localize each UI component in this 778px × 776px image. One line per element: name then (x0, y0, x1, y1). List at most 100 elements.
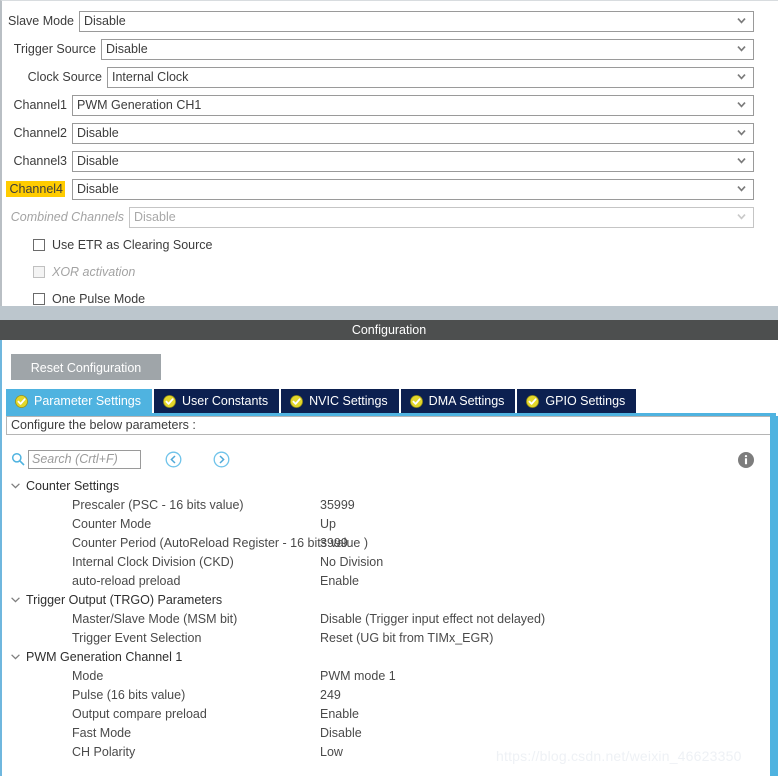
mode-rows: Slave Mode Disable Trigger Source Disable Cl… (2, 7, 778, 231)
parameter-name: Master/Slave Mode (MSM bit) (72, 611, 238, 626)
checkbox-input (33, 265, 45, 278)
combobox-value: Disable (84, 14, 126, 28)
tab-gpio-settings[interactable]: GPIO Settings (517, 389, 637, 413)
parameter-row[interactable]: Internal Clock Division (CKD) No Division (2, 552, 772, 571)
parameter-value[interactable]: 249 (320, 688, 341, 702)
parameter-name: Fast Mode (72, 725, 132, 740)
combobox-value: PWM Generation CH1 (77, 98, 202, 112)
tab-label: GPIO Settings (545, 394, 626, 408)
mode-row-channel2: Channel2 Disable (2, 119, 778, 147)
combobox-value: Disable (77, 154, 119, 168)
combobox-channel1[interactable]: PWM Generation CH1 (72, 94, 754, 116)
parameter-row[interactable]: Master/Slave Mode (MSM bit) Disable (Trig… (2, 609, 772, 628)
chevron-down-icon (737, 128, 746, 137)
parameter-value[interactable]: No Division (320, 555, 383, 569)
combobox-value: Disable (134, 210, 176, 224)
checkbox-input[interactable] (33, 292, 45, 305)
mode-row-combined-channels: Combined Channels Disable (2, 203, 778, 231)
chevron-down-icon (737, 100, 746, 109)
parameter-value[interactable]: Enable (320, 707, 359, 721)
combobox-slave-mode[interactable]: Disable (79, 10, 754, 32)
combobox-clock-source[interactable]: Internal Clock (107, 66, 754, 88)
tab-parameter-settings[interactable]: Parameter Settings (6, 389, 152, 413)
parameter-value[interactable]: PWM mode 1 (320, 669, 396, 683)
chevron-down-icon[interactable] (10, 594, 21, 605)
parameter-value[interactable]: Reset (UG bit from TIMx_EGR) (320, 631, 493, 645)
mode-row-slave-mode: Slave Mode Disable (2, 7, 778, 35)
mode-row-label: Channel3 (13, 154, 67, 168)
parameter-row[interactable]: Trigger Event Selection Reset (UG bit fro… (2, 628, 772, 647)
tab-user-constants[interactable]: User Constants (154, 389, 280, 413)
previous-match-icon[interactable] (165, 451, 182, 468)
parameter-row[interactable]: auto-reload preload Enable (2, 571, 772, 590)
reset-configuration-button[interactable]: Reset Configuration (11, 354, 161, 380)
parameter-row[interactable]: Counter Period (AutoReload Register - 16… (2, 533, 772, 552)
chevron-down-icon (737, 72, 746, 81)
parameter-name: Output compare preload (72, 706, 207, 721)
parameter-row[interactable]: Fast Mode Disable (2, 723, 772, 742)
tree-group-label: Trigger Output (TRGO) Parameters (26, 592, 223, 607)
parameter-value[interactable]: Disable (Trigger input effect not delaye… (320, 612, 545, 626)
mode-row-label: Slave Mode (7, 14, 74, 28)
checkbox-rows: Use ETR as Clearing Source XOR activation… (2, 231, 778, 312)
combobox-trigger-source[interactable]: Disable (101, 38, 754, 60)
mode-row-label: Channel4 (2, 181, 72, 197)
parameter-name: Mode (72, 668, 104, 683)
next-match-icon[interactable] (213, 451, 230, 468)
parameter-name: Counter Period (AutoReload Register - 16… (72, 535, 368, 550)
check-circle-icon (15, 394, 28, 408)
check-circle-icon (409, 394, 423, 408)
parameter-value[interactable]: Disable (320, 726, 362, 740)
parameter-name: auto-reload preload (72, 573, 181, 588)
combobox-value: Internal Clock (112, 70, 189, 84)
highlighted-label: Channel4 (6, 181, 65, 197)
chevron-down-icon[interactable] (10, 480, 21, 491)
mode-row-label: Channel1 (13, 98, 67, 112)
tab-nvic-settings[interactable]: NVIC Settings (281, 389, 399, 413)
parameter-value[interactable]: Low (320, 745, 343, 759)
tab-dma-settings[interactable]: DMA Settings (400, 389, 516, 413)
tree-group-counter-settings[interactable]: Counter Settings (2, 476, 772, 495)
mode-row-trigger-source: Trigger Source Disable (2, 35, 778, 63)
parameter-name: Prescaler (PSC - 16 bits value) (72, 497, 244, 512)
parameter-name: Pulse (16 bits value) (72, 687, 186, 702)
check-circle-icon (526, 394, 540, 408)
parameter-value[interactable]: 35999 (320, 498, 355, 512)
parameter-row[interactable]: Counter Mode Up (2, 514, 772, 533)
mode-row-label: Clock Source (27, 70, 102, 84)
checkbox-label: Use ETR as Clearing Source (52, 237, 213, 252)
parameter-row[interactable]: Mode PWM mode 1 (2, 666, 772, 685)
parameter-tree: Counter Settings Prescaler (PSC - 16 bits… (2, 476, 772, 761)
cubemx-screen: Slave Mode Disable Trigger Source Disable Cl… (0, 0, 778, 776)
parameter-row[interactable]: Pulse (16 bits value) 249 (2, 685, 772, 704)
parameter-value[interactable]: Up (320, 517, 336, 531)
combobox-channel3[interactable]: Disable (72, 150, 754, 172)
tree-group-label: PWM Generation Channel 1 (26, 649, 183, 664)
chevron-down-icon[interactable] (10, 651, 21, 662)
combobox-channel2[interactable]: Disable (72, 122, 754, 144)
search-input[interactable] (28, 449, 141, 469)
mode-panel: Slave Mode Disable Trigger Source Disable Cl… (0, 0, 778, 306)
tab-label: NVIC Settings (309, 394, 388, 408)
tab-label: Parameter Settings (34, 394, 141, 408)
checkbox-input[interactable] (33, 238, 45, 251)
search-icon (11, 452, 25, 466)
tree-group-trigger-output-trgo-parameters[interactable]: Trigger Output (TRGO) Parameters (2, 590, 772, 609)
configure-note: Configure the below parameters : (6, 416, 772, 435)
parameter-value[interactable]: 3999 (320, 536, 348, 550)
configuration-title-bar: Configuration (0, 320, 778, 340)
tree-group-pwm-generation-channel-1[interactable]: PWM Generation Channel 1 (2, 647, 772, 666)
combobox-channel4[interactable]: Disable (72, 178, 754, 200)
tab-label: DMA Settings (428, 394, 505, 408)
parameter-row[interactable]: Prescaler (PSC - 16 bits value) 35999 (2, 495, 772, 514)
panel-separator (0, 306, 778, 320)
combobox-combined-channels: Disable (129, 206, 754, 228)
parameter-value[interactable]: Enable (320, 574, 359, 588)
info-icon[interactable] (738, 452, 754, 468)
check-circle-icon (290, 394, 304, 408)
mode-row-label: Trigger Source (13, 42, 96, 56)
checkbox-row-use-etr-as-clearing-source[interactable]: Use ETR as Clearing Source (2, 231, 778, 258)
check-circle-icon (163, 394, 176, 408)
tree-group-label: Counter Settings (26, 478, 120, 493)
parameter-row[interactable]: Output compare preload Enable (2, 704, 772, 723)
